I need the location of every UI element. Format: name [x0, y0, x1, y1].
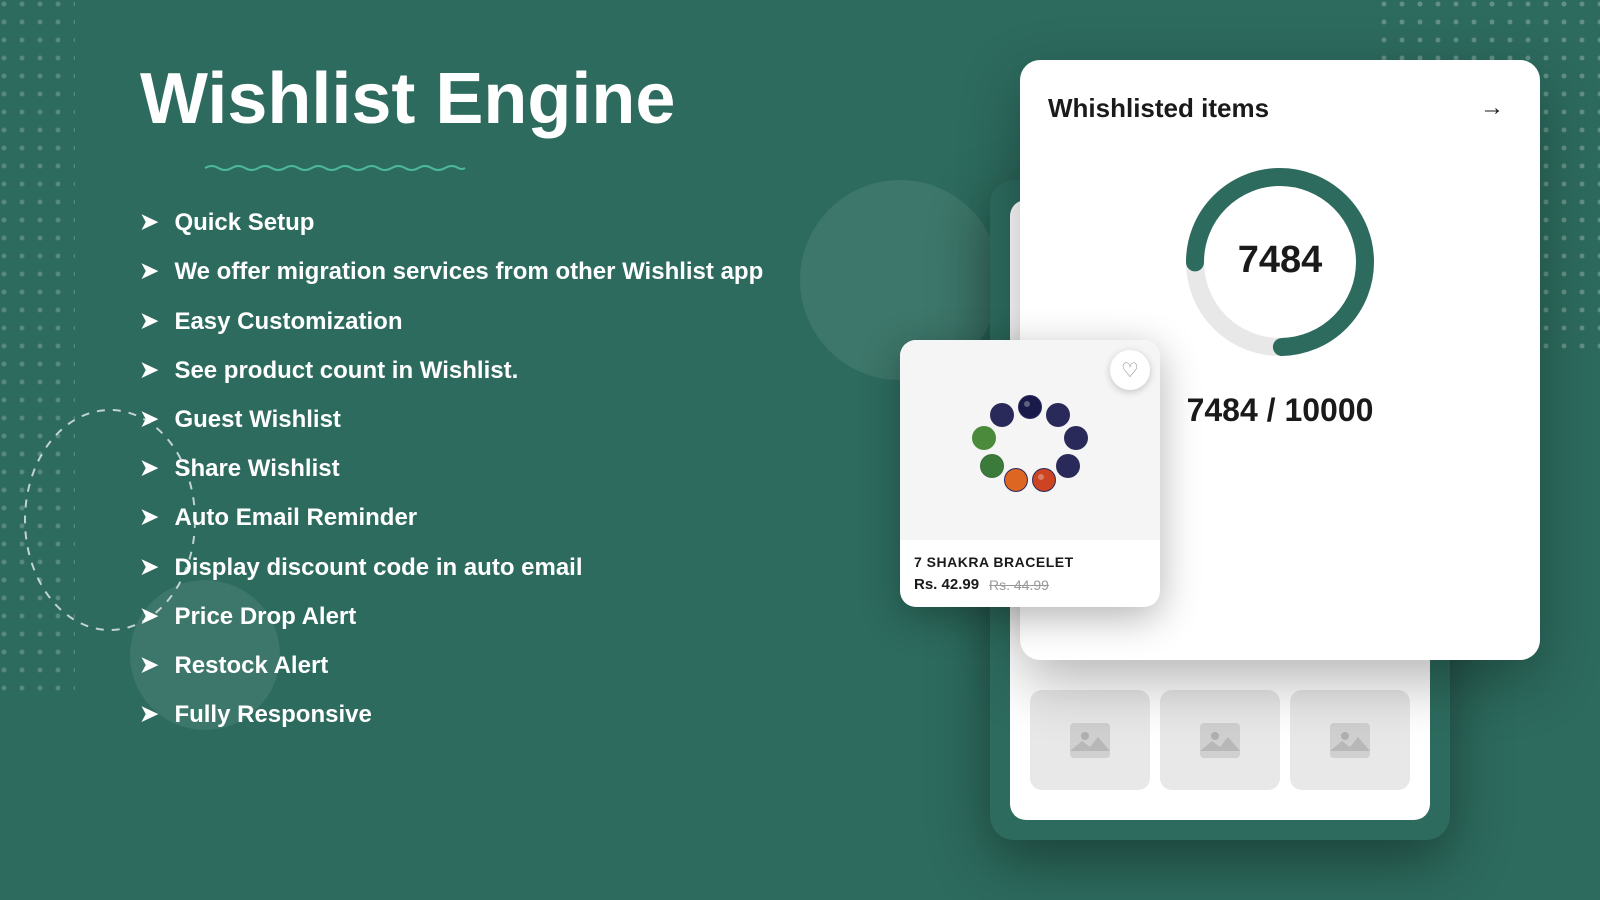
card-arrow-icon[interactable]: →	[1472, 88, 1512, 128]
feature-item-customization: ➤ Easy Customization	[140, 306, 840, 337]
product-image-container: ♡	[900, 340, 1160, 540]
feature-text-migration: We offer migration services from other W…	[174, 256, 763, 287]
placeholder-icon-2	[1200, 723, 1240, 758]
feature-text-quick-setup: Quick Setup	[174, 207, 314, 238]
arrow-icon-8: ➤	[140, 603, 158, 629]
feature-item-restock: ➤ Restock Alert	[140, 650, 840, 681]
image-placeholder-2	[1160, 690, 1280, 790]
placeholder-icon-1	[1070, 723, 1110, 758]
card-header: Whishlisted items →	[1048, 88, 1512, 128]
donut-chart: 7484	[1170, 152, 1390, 372]
product-card: ♡ 7 SHAKRA BRACELET Rs. 42.99 Rs. 44.99	[900, 340, 1160, 607]
arrow-icon-7: ➤	[140, 554, 158, 580]
product-name: 7 SHAKRA BRACELET	[914, 554, 1146, 570]
price-row: Rs. 42.99 Rs. 44.99	[914, 576, 1146, 593]
card-title: Whishlisted items	[1048, 93, 1269, 124]
right-section: ♥	[960, 60, 1540, 880]
placeholder-icon-3	[1330, 723, 1370, 758]
arrow-icon-10: ➤	[140, 701, 158, 727]
arrow-icon-1: ➤	[140, 258, 158, 284]
donut-center-value: 7484	[1238, 239, 1323, 281]
arrow-icon-4: ➤	[140, 406, 158, 432]
feature-item-auto-email: ➤ Auto Email Reminder	[140, 502, 840, 533]
product-info: 7 SHAKRA BRACELET Rs. 42.99 Rs. 44.99	[900, 540, 1160, 607]
arrow-icon-6: ➤	[140, 504, 158, 530]
feature-item-responsive: ➤ Fully Responsive	[140, 699, 840, 730]
arrow-icon-3: ➤	[140, 357, 158, 383]
heart-outline-icon: ♡	[1121, 358, 1139, 383]
page-title: Wishlist Engine	[140, 60, 840, 139]
wishlist-heart-button[interactable]: ♡	[1110, 350, 1150, 390]
arrow-icon-9: ➤	[140, 652, 158, 678]
current-price: Rs. 42.99	[914, 576, 979, 593]
feature-text-auto-email: Auto Email Reminder	[174, 502, 417, 533]
arrow-icon-2: ➤	[140, 308, 158, 334]
feature-text-responsive: Fully Responsive	[174, 699, 371, 730]
feature-item-share-wishlist: ➤ Share Wishlist	[140, 453, 840, 484]
feature-text-discount-code: Display discount code in auto email	[174, 552, 582, 583]
feature-text-guest-wishlist: Guest Wishlist	[174, 404, 340, 435]
feature-text-product-count: See product count in Wishlist.	[174, 355, 518, 386]
features-list: ➤ Quick Setup ➤ We offer migration servi…	[140, 207, 840, 730]
arrow-icon-0: ➤	[140, 209, 158, 235]
bracelet-image	[940, 370, 1120, 510]
arrow-icon-5: ➤	[140, 455, 158, 481]
image-placeholder-1	[1030, 690, 1150, 790]
feature-item-price-drop: ➤ Price Drop Alert	[140, 601, 840, 632]
feature-item-guest-wishlist: ➤ Guest Wishlist	[140, 404, 840, 435]
feature-text-customization: Easy Customization	[174, 306, 402, 337]
feature-text-price-drop: Price Drop Alert	[174, 601, 356, 632]
feature-text-share-wishlist: Share Wishlist	[174, 453, 339, 484]
feature-item-product-count: ➤ See product count in Wishlist.	[140, 355, 840, 386]
donut-chart-container: 7484	[1048, 152, 1512, 372]
image-placeholder-3	[1290, 690, 1410, 790]
feature-text-restock: Restock Alert	[174, 650, 328, 681]
original-price: Rs. 44.99	[989, 577, 1049, 593]
feature-item-migration: ➤ We offer migration services from other…	[140, 256, 840, 287]
images-row	[1030, 690, 1410, 790]
feature-item-discount-code: ➤ Display discount code in auto email	[140, 552, 840, 583]
title-underline	[140, 159, 530, 167]
left-section: Wishlist Engine ➤ Quick Setup ➤ We offer…	[140, 60, 840, 730]
feature-item-quick-setup: ➤ Quick Setup	[140, 207, 840, 238]
